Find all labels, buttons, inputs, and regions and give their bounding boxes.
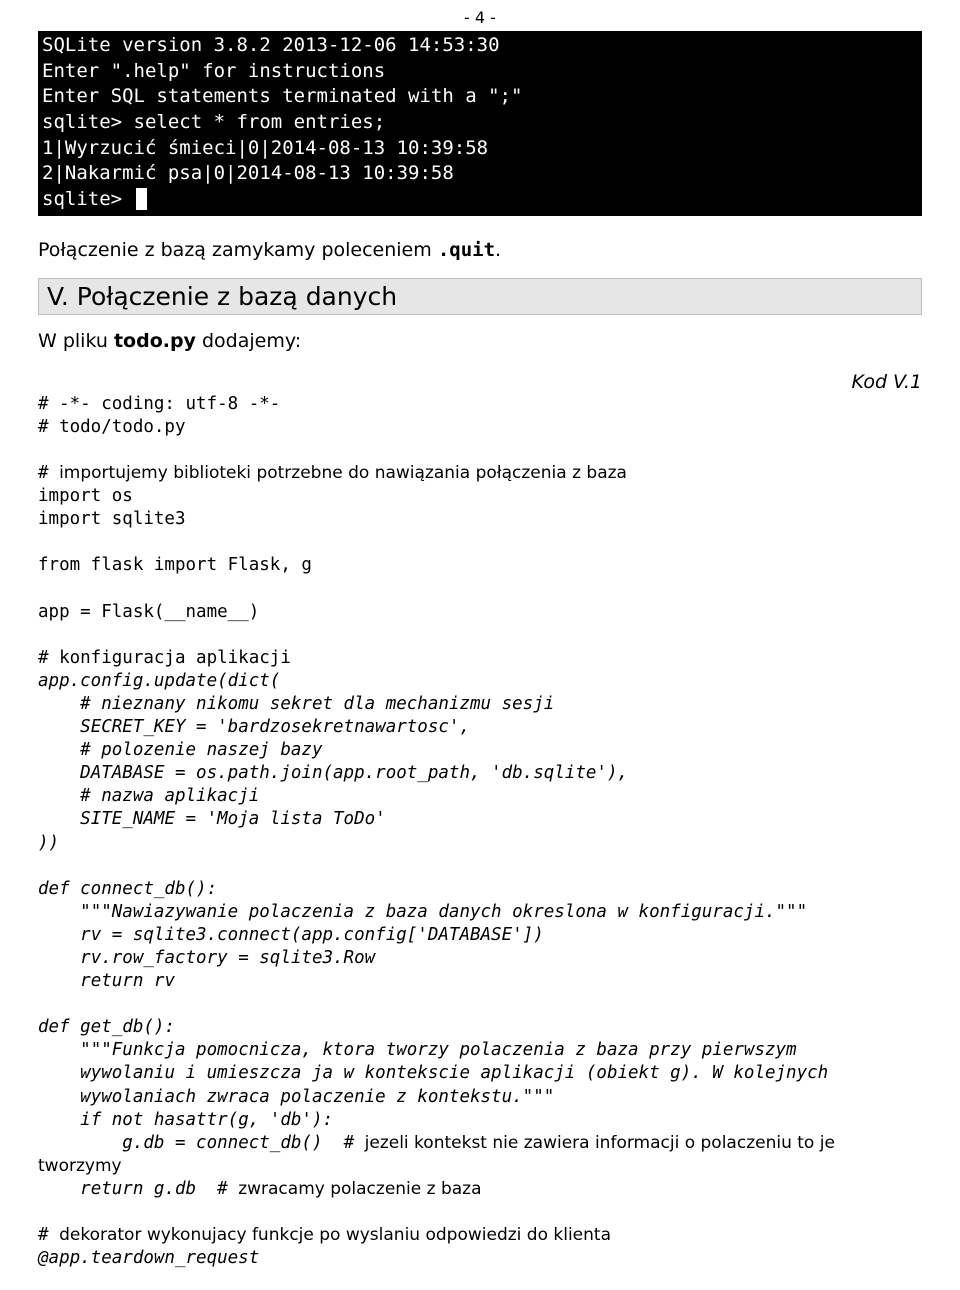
code-comment: dekorator wykonujacy funkcje po wyslaniu…: [59, 1225, 611, 1245]
code-line: return rv: [38, 971, 175, 991]
code-line: rv.row_factory = sqlite3.Row: [38, 948, 375, 968]
terminal-prompt: sqlite>: [42, 188, 134, 210]
code-comment: zwracamy polaczenie z baza: [238, 1179, 481, 1199]
code-line: from flask import Flask, g: [38, 555, 312, 575]
terminal-output: SQLite version 3.8.2 2013-12-06 14:53:30…: [38, 31, 922, 216]
code-line: @app.teardown_request: [38, 1248, 259, 1268]
filename: todo.py: [114, 330, 196, 352]
code-line: # nieznany nikomu sekret dla mechanizmu …: [38, 694, 554, 714]
code-line: # todo/todo.py: [38, 417, 186, 437]
document-page: - 4 - SQLite version 3.8.2 2013-12-06 14…: [0, 0, 960, 1290]
code-line: )): [38, 833, 59, 853]
code-line: # -*- coding: utf-8 -*-: [38, 394, 280, 414]
text: .: [495, 239, 501, 261]
code-line: DATABASE = os.path.join(app.root_path, '…: [38, 763, 628, 783]
text: dodajemy:: [196, 330, 301, 352]
code-listing-label: Kod V.1: [852, 371, 922, 393]
code-line: import sqlite3: [38, 509, 186, 529]
code-comment: importujemy biblioteki potrzebne do nawi…: [59, 463, 627, 483]
code-comment-hash: #: [38, 463, 59, 483]
terminal-line: sqlite> select * from entries;: [42, 111, 385, 133]
code-line: if not hasattr(g, 'db'):: [38, 1110, 333, 1130]
text: Połączenie z bazą zamykamy poleceniem: [38, 239, 438, 261]
code-line: wywolaniu i umieszcza ja w kontekscie ap…: [38, 1063, 828, 1083]
paragraph-add-to-file: W pliku todo.py dodajemy:: [38, 329, 922, 355]
terminal-line: Enter ".help" for instructions: [42, 60, 385, 82]
page-number: - 4 -: [38, 0, 922, 31]
code-comment-hash: #: [344, 1133, 365, 1153]
terminal-line: 1|Wyrzucić śmieci|0|2014-08-13 10:39:58: [42, 137, 488, 159]
code-comment-hash: #: [217, 1179, 238, 1199]
code-line: wywolaniach zwraca polaczenie z kontekst…: [38, 1087, 554, 1107]
code-line: SECRET_KEY = 'bardzosekretnawartosc',: [38, 717, 470, 737]
code-line: rv = sqlite3.connect(app.config['DATABAS…: [38, 925, 544, 945]
section-heading: V. Połączenie z bazą danych: [38, 278, 922, 315]
quit-command: .quit: [438, 239, 495, 261]
code-listing: # -*- coding: utf-8 -*- # todo/todo.py #…: [38, 393, 922, 1271]
code-line: g.db = connect_db(): [38, 1133, 344, 1153]
code-line: def get_db():: [38, 1017, 175, 1037]
terminal-line: SQLite version 3.8.2 2013-12-06 14:53:30: [42, 34, 500, 56]
terminal-line: Enter SQL statements terminated with a "…: [42, 85, 522, 107]
code-line: import os: [38, 486, 133, 506]
code-comment-hash: #: [38, 1225, 59, 1245]
code-line: def connect_db():: [38, 879, 217, 899]
code-line: # nazwa aplikacji: [38, 786, 259, 806]
code-line: return g.db: [38, 1179, 217, 1199]
code-line: # polozenie naszej bazy: [38, 740, 322, 760]
terminal-cursor: [136, 188, 147, 210]
code-line: """Nawiazywanie polaczenia z baza danych…: [38, 902, 807, 922]
code-line: app.config.update(dict(: [38, 671, 280, 691]
paragraph-close-connection: Połączenie z bazą zamykamy poleceniem .q…: [38, 238, 922, 264]
code-line: app = Flask(__name__): [38, 602, 259, 622]
code-line: SITE_NAME = 'Moja lista ToDo': [38, 809, 386, 829]
code-line: """Funkcja pomocnicza, ktora tworzy pola…: [38, 1040, 797, 1060]
terminal-line: 2|Nakarmić psa|0|2014-08-13 10:39:58: [42, 162, 454, 184]
code-line: # konfiguracja aplikacji: [38, 648, 291, 668]
text: W pliku: [38, 330, 114, 352]
